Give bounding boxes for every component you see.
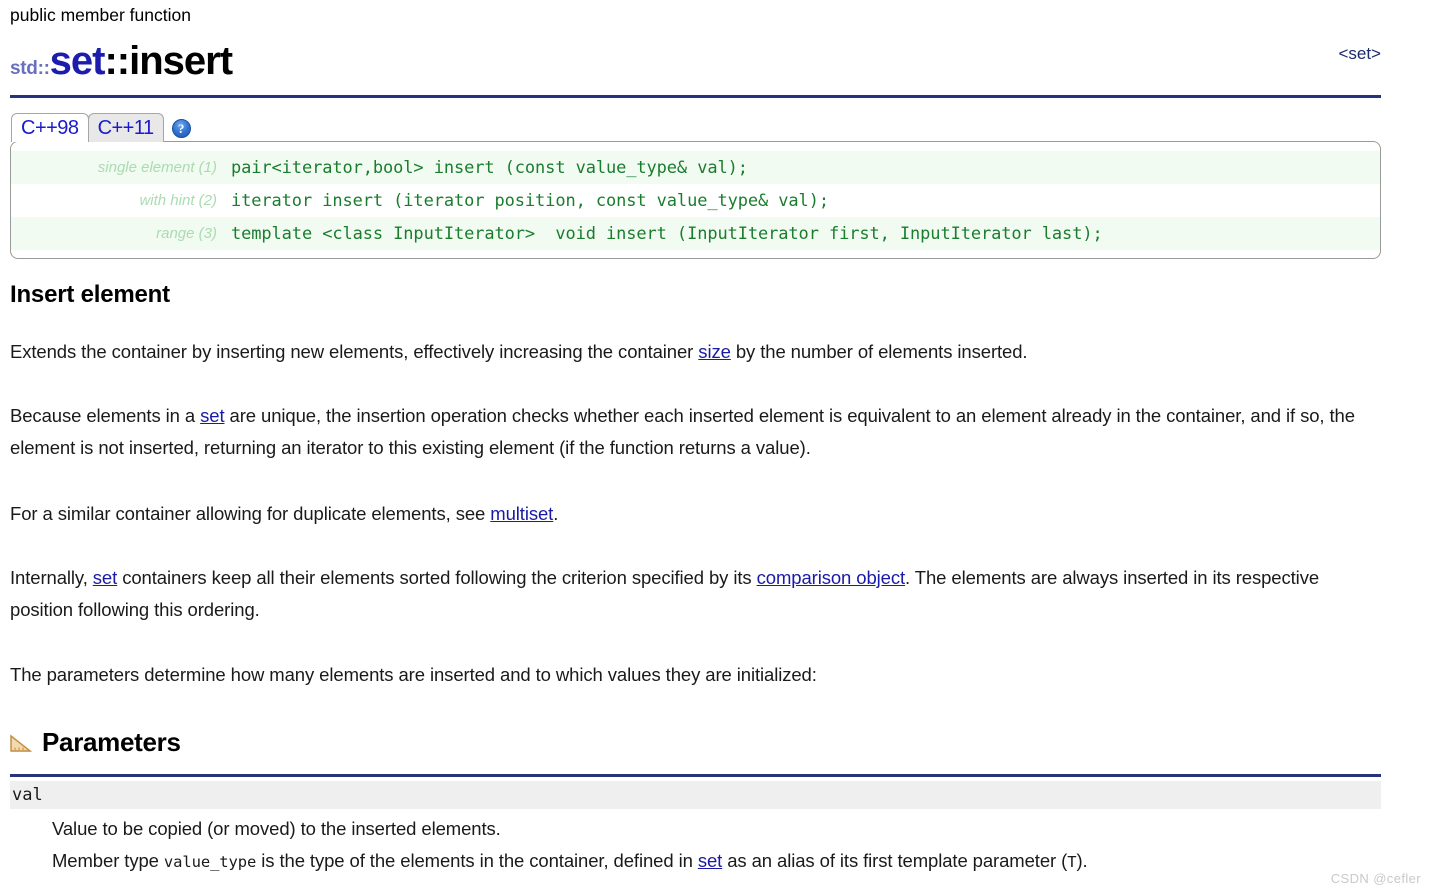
desc-mono-value-type: value_type	[163, 853, 257, 871]
signature-code: pair<iterator,bool> insert (const value_…	[231, 157, 748, 178]
signature-row: single element (1) pair<iterator,bool> i…	[11, 151, 1380, 184]
help-icon[interactable]: ?	[171, 119, 191, 138]
link-set[interactable]: set	[698, 850, 722, 871]
paragraph-5: The parameters determine how many elemen…	[10, 659, 1381, 691]
link-size[interactable]: size	[698, 341, 731, 362]
parameter-description: Value to be copied (or moved) to the ins…	[52, 813, 1382, 878]
signature-code: iterator insert (iterator position, cons…	[231, 190, 829, 211]
header-include-file: <set>	[1338, 44, 1381, 63]
page-kicker: public member function	[10, 5, 191, 25]
link-comparison-object[interactable]: comparison object	[757, 567, 906, 588]
parameters-divider	[10, 774, 1381, 777]
paragraph-text: Because elements in a	[10, 405, 201, 426]
parameter-name: val	[12, 785, 43, 805]
signature-label: with hint (2)	[139, 192, 217, 209]
title-namespace: std::	[10, 58, 50, 79]
paragraph-text: Extends the container by inserting new e…	[10, 341, 699, 362]
signature-row: with hint (2) iterator insert (iterator …	[11, 184, 1380, 217]
function-signature-box: single element (1) pair<iterator,bool> i…	[10, 141, 1381, 259]
link-set[interactable]: set	[93, 567, 117, 588]
paragraph-2: Because elements in a set are unique, th…	[10, 400, 1381, 464]
desc-after-link: as an alias of its first template parame…	[722, 850, 1068, 871]
signature-label: single element (1)	[97, 159, 217, 176]
parameter-description-line-2: Member type value_type is the type of th…	[52, 845, 1382, 878]
parameter-name-bar: val	[10, 781, 1381, 809]
link-set[interactable]: set	[200, 405, 224, 426]
parameters-title: Parameters	[42, 727, 181, 757]
signature-code: template <class InputIterator> void inse…	[231, 223, 1103, 244]
documentation-page: public member function std::set::insert …	[0, 0, 1429, 890]
signature-row: range (3) template <class InputIterator>…	[11, 217, 1380, 250]
paragraph-text: For a similar container allowing for dup…	[10, 503, 491, 524]
ruler-icon	[10, 733, 32, 753]
link-multiset[interactable]: multiset	[490, 503, 553, 524]
parameter-description-line-1: Value to be copied (or moved) to the ins…	[52, 818, 501, 839]
title-scope-separator: ::	[104, 39, 130, 83]
paragraph-1: Extends the container by inserting new e…	[10, 336, 1381, 368]
desc-suffix: ).	[1076, 850, 1088, 871]
header-divider	[10, 95, 1381, 98]
paragraph-text: .	[553, 503, 559, 524]
title-function: insert	[129, 39, 233, 83]
paragraph-4: Internally, set containers keep all thei…	[10, 562, 1381, 626]
page-title-row: std::set::insert <set>	[10, 38, 1381, 90]
paragraph-text: The parameters determine how many elemen…	[10, 664, 817, 685]
paragraph-3: For a similar container allowing for dup…	[10, 498, 1381, 530]
paragraph-text: by the number of elements inserted.	[730, 341, 1028, 362]
paragraph-text: Internally,	[10, 567, 93, 588]
parameters-section-header: Parameters	[10, 727, 181, 758]
page-title: std::set::insert	[10, 38, 233, 93]
desc-middle: is the type of the elements in the conta…	[256, 850, 698, 871]
desc-prefix: Member type	[52, 850, 164, 871]
body-heading: Insert element	[10, 281, 170, 308]
tab-cpp11[interactable]: C++11	[87, 113, 164, 142]
signature-label: range (3)	[156, 225, 217, 242]
title-class: set	[49, 39, 106, 83]
watermark: CSDN @cefler	[1330, 871, 1421, 886]
tab-cpp98[interactable]: C++98	[11, 113, 89, 142]
paragraph-text: containers keep all their elements sorte…	[117, 567, 757, 588]
standard-version-tabs: C++98 C++11 ?	[11, 113, 191, 142]
